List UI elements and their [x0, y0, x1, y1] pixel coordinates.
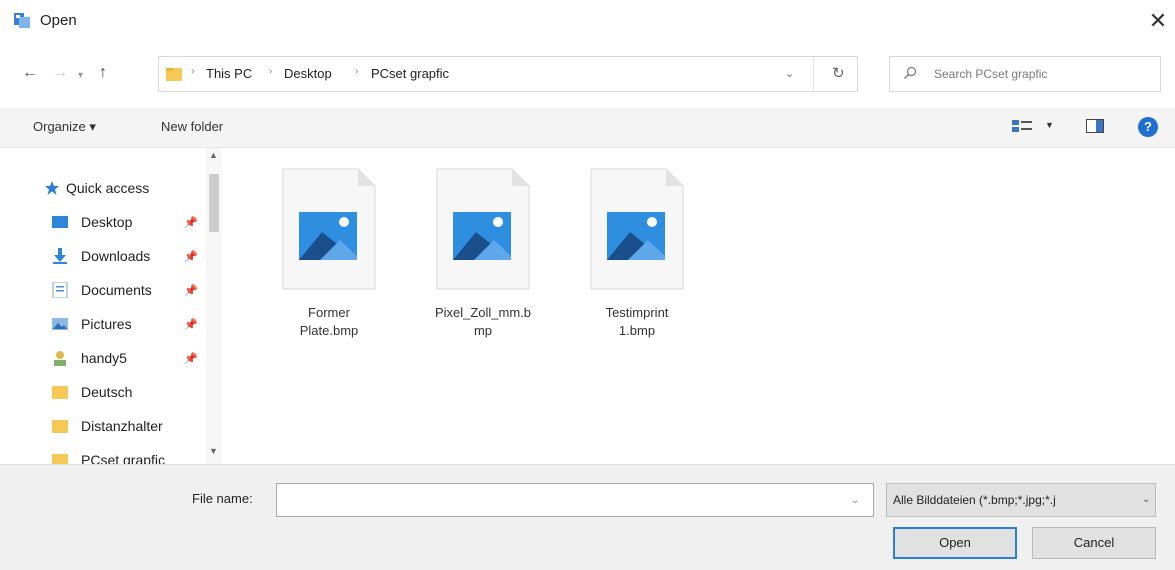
chevron-down-icon[interactable]: ⌄ [851, 495, 859, 506]
file-name-line2: Plate.bmp [299, 323, 359, 338]
file-name-line1: Pixel_Zoll_mm.b [434, 305, 532, 320]
sidebar-item-quick-access[interactable]: Quick access [44, 176, 214, 202]
picture-icon [52, 318, 68, 330]
image-file-icon [590, 168, 684, 290]
file-item[interactable]: Former Plate.bmp [242, 168, 382, 368]
up-arrow-icon[interactable]: ↑ [99, 64, 107, 82]
file-type-select[interactable]: Alle Bilddateien (*.bmp;*.jpg;*.j ⌄ [886, 483, 1156, 517]
folder-icon [52, 454, 68, 464]
divider [813, 57, 814, 91]
desktop-icon [52, 216, 68, 228]
breadcrumb-pcset-grapfic[interactable]: PCset grapfic [371, 66, 449, 81]
chevron-down-icon[interactable]: ▼ [1045, 120, 1054, 130]
breadcrumb-separator-icon: › [191, 66, 195, 77]
recent-locations-icon[interactable]: ▾ [78, 67, 83, 85]
sidebar-item-label: Distanzhalter [81, 418, 163, 434]
sidebar-item-label: PCset grapfic [81, 452, 166, 464]
sidebar-item-distanzhalter[interactable]: Distanzhalter [44, 414, 214, 440]
dialog-footer: File name: ⌄ Alle Bilddateien (*.bmp;*.j… [0, 464, 1175, 570]
file-name: Former Plate.bmp [242, 304, 416, 340]
file-item[interactable]: Testimprint 1.bmp [550, 168, 690, 368]
scroll-down-icon[interactable]: ▼ [209, 446, 218, 456]
sidebar-item-label: handy5 [81, 350, 127, 366]
refresh-icon[interactable]: ↻ [832, 64, 845, 82]
folder-icon [166, 68, 182, 81]
pin-icon: 📌 [184, 319, 198, 331]
breadcrumb-desktop[interactable]: Desktop [284, 66, 332, 81]
sidebar-item-deutsch[interactable]: Deutsch [44, 380, 214, 406]
preview-pane-icon[interactable] [1086, 119, 1104, 133]
organize-button[interactable]: Organize ▾ [33, 119, 96, 135]
breadcrumb-this-pc[interactable]: This PC [206, 66, 252, 81]
file-name-line1: Testimprint [605, 305, 669, 320]
image-file-icon [436, 168, 530, 290]
pin-icon: 📌 [184, 285, 198, 297]
sidebar-item-downloads[interactable]: Downloads 📌 [44, 244, 214, 270]
back-arrow-icon[interactable]: ← [22, 64, 38, 82]
window-title: Open [40, 12, 77, 29]
search-placeholder: Search PCset grapfic [934, 67, 1048, 81]
image-file-icon [282, 168, 376, 290]
file-name: Pixel_Zoll_mm.b mp [396, 304, 570, 340]
title-bar: Open ✕ [0, 0, 1175, 44]
address-bar[interactable]: › This PC › Desktop › PCset grapfic ⌄ ↻ [158, 56, 858, 92]
search-input[interactable]: Search PCset grapfic [889, 56, 1161, 92]
star-icon [45, 181, 59, 195]
view-options-icon[interactable] [1012, 119, 1032, 133]
sidebar-item-handy5[interactable]: handy5 📌 [44, 346, 214, 372]
command-bar: Organize ▾ New folder ▼ ? [0, 108, 1175, 148]
navigation-pane: Quick access Desktop 📌 Downloads 📌 Docum… [0, 148, 222, 464]
sidebar-item-label: Deutsch [81, 384, 133, 400]
forward-arrow-icon[interactable]: → [52, 64, 68, 82]
pin-icon: 📌 [184, 217, 198, 229]
file-name-label: File name: [192, 491, 253, 506]
chevron-down-icon: ⌄ [1142, 494, 1151, 505]
close-icon[interactable]: ✕ [1147, 10, 1169, 32]
scroll-up-icon[interactable]: ▲ [209, 150, 218, 160]
sidebar-item-pcset-grapfic[interactable]: PCset grapfic [44, 448, 214, 464]
app-icon [14, 13, 30, 28]
open-button[interactable]: Open [893, 527, 1017, 559]
file-name-line2: 1.bmp [618, 323, 656, 338]
breadcrumb-separator-icon: › [355, 66, 359, 77]
file-name: Testimprint 1.bmp [550, 304, 724, 340]
sidebar-item-label: Downloads [81, 248, 151, 264]
pin-icon: 📌 [184, 251, 198, 263]
file-list: Former Plate.bmp Pixel_Zoll_mm.b mp Test… [222, 148, 1175, 464]
user-folder-icon [54, 351, 66, 366]
breadcrumb-separator-icon: › [269, 66, 273, 77]
cancel-button[interactable]: Cancel [1032, 527, 1156, 559]
download-icon [53, 248, 67, 264]
scrollbar-thumb[interactable] [209, 174, 219, 232]
sidebar-item-label: Desktop [81, 214, 133, 230]
new-folder-button[interactable]: New folder [161, 119, 223, 134]
pin-icon: 📌 [184, 353, 198, 365]
file-item[interactable]: Pixel_Zoll_mm.b mp [396, 168, 536, 368]
file-name-line1: Former [308, 305, 350, 320]
sidebar-item-label: Documents [81, 282, 152, 298]
sidebar-item-desktop[interactable]: Desktop 📌 [44, 210, 214, 236]
file-name-input[interactable] [276, 483, 874, 517]
sidebar-item-pictures[interactable]: Pictures 📌 [44, 312, 214, 338]
chevron-down-icon[interactable]: ⌄ [785, 67, 794, 80]
file-name-line2: mp [473, 323, 493, 338]
sidebar-scrollbar[interactable]: ▲ ▼ [206, 148, 222, 464]
help-icon[interactable]: ? [1138, 117, 1158, 137]
document-icon [52, 282, 68, 298]
search-icon [904, 66, 917, 79]
folder-icon [52, 386, 68, 399]
file-type-label: Alle Bilddateien (*.bmp;*.jpg;*.j [893, 493, 1056, 507]
folder-icon [52, 420, 68, 433]
sidebar-item-label: Quick access [66, 180, 150, 196]
sidebar-item-label: Pictures [81, 316, 132, 332]
sidebar-item-documents[interactable]: Documents 📌 [44, 278, 214, 304]
